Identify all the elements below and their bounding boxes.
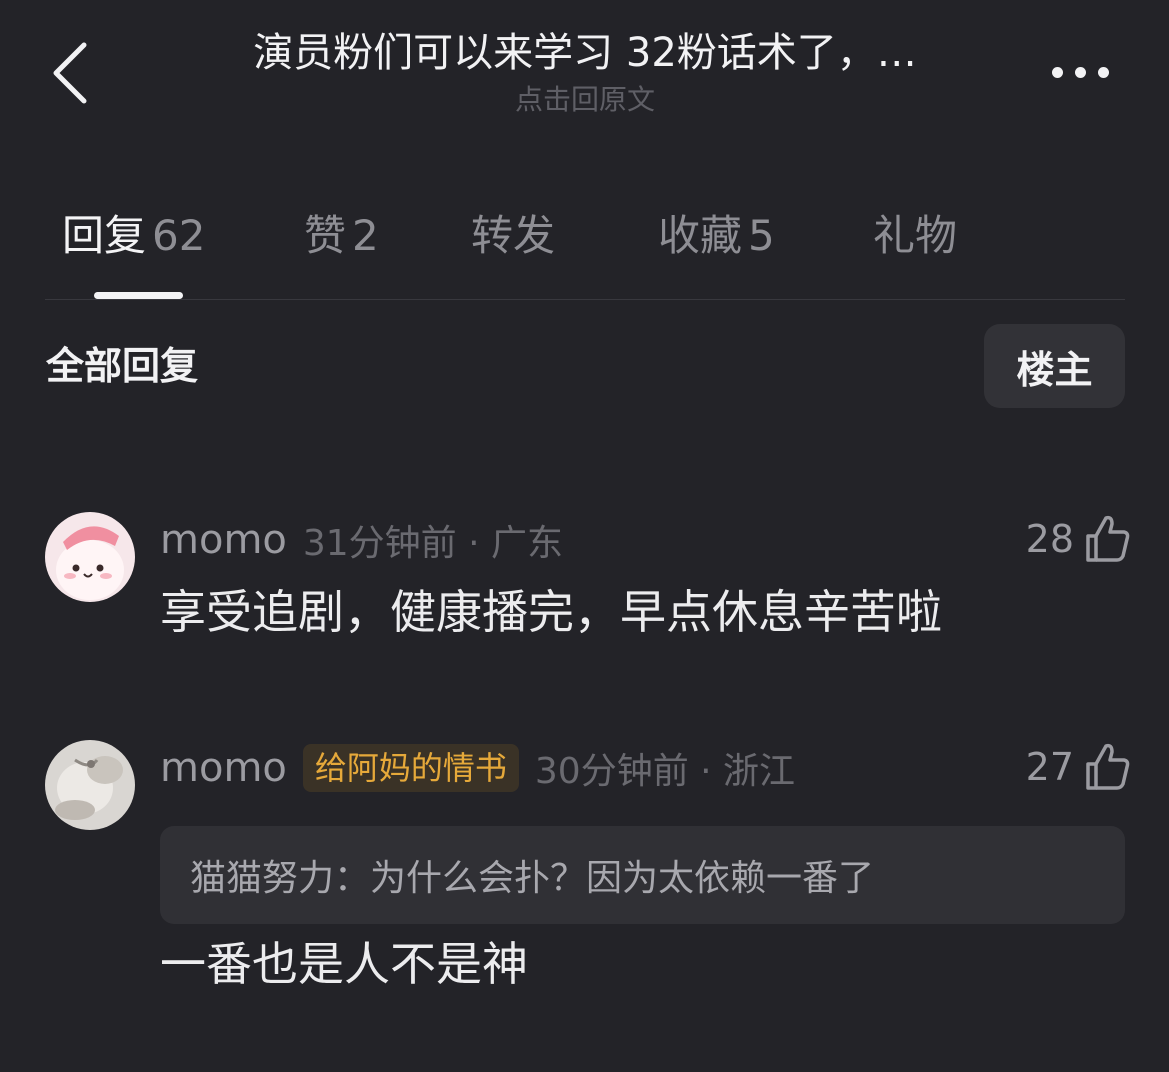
- active-tab-indicator: [94, 292, 183, 299]
- quoted-reply[interactable]: 猫猫努力：为什么会扑？因为太依赖一番了: [160, 826, 1125, 924]
- tab-label: 回复: [62, 211, 147, 260]
- username[interactable]: momo: [160, 745, 287, 791]
- more-dot: [1097, 66, 1109, 78]
- back-button[interactable]: [40, 38, 100, 108]
- replies-header: 全部回复 楼主: [0, 320, 1169, 410]
- tab-label: 转发: [471, 211, 556, 260]
- avatar-image: [45, 740, 135, 830]
- like-button[interactable]: 28: [1010, 506, 1130, 572]
- avatar-image: [45, 512, 135, 602]
- tab-favorites[interactable]: 收藏 5: [658, 208, 775, 264]
- thumbs-up-icon: [1086, 515, 1130, 562]
- title-area: 演员粉们可以来学习 32粉话术了，… 点击回原文: [190, 26, 980, 118]
- time-location: 30分钟前 · 浙江: [534, 751, 796, 792]
- tab-likes[interactable]: 赞2: [304, 208, 379, 264]
- tab-count: 62: [152, 211, 206, 260]
- tab-gifts[interactable]: 礼物: [873, 208, 957, 264]
- thumbs-up-icon: [1086, 743, 1130, 790]
- tab-count: 5: [748, 211, 775, 260]
- more-options-button[interactable]: [1040, 52, 1120, 92]
- comment-text: 一番也是人不是神: [160, 937, 528, 991]
- divider: [45, 299, 1125, 300]
- tab-label: 收藏: [658, 211, 743, 260]
- comment-text: 享受追剧，健康播完，早点休息辛苦啦: [160, 585, 942, 639]
- quoted-reply-text: 猫猫努力：为什么会扑？因为太依赖一番了: [190, 858, 875, 899]
- time-location: 31分钟前 · 广东: [302, 523, 564, 564]
- back-to-original-link[interactable]: 点击回原文: [190, 82, 980, 118]
- tab-reposts[interactable]: 转发: [471, 208, 555, 264]
- avatar[interactable]: [45, 740, 135, 830]
- comment-meta: momo 31分钟前 · 广东: [160, 512, 563, 568]
- tab-bar: 回复 62 赞2 转发 收藏 5 礼物: [0, 200, 1169, 300]
- chevron-left-icon: [53, 42, 87, 104]
- avatar[interactable]: [45, 512, 135, 602]
- tab-label: 礼物: [873, 211, 958, 260]
- page-title[interactable]: 演员粉们可以来学习 32粉话术了，…: [190, 26, 980, 80]
- top-bar: 演员粉们可以来学习 32粉话术了，… 点击回原文: [0, 0, 1169, 130]
- like-button[interactable]: 27: [1010, 734, 1130, 800]
- tab-replies[interactable]: 回复 62: [62, 208, 205, 264]
- tab-count: 2: [352, 211, 379, 260]
- section-title: 全部回复: [46, 344, 199, 388]
- comment-meta: momo 给阿妈的情书 30分钟前 · 浙江: [160, 740, 795, 796]
- like-count: 28: [1025, 517, 1074, 561]
- like-count: 27: [1025, 745, 1074, 789]
- username[interactable]: momo: [160, 517, 287, 563]
- more-dot: [1074, 66, 1086, 78]
- fan-badge[interactable]: 给阿妈的情书: [302, 744, 519, 792]
- more-horizontal-icon: [1051, 66, 1063, 78]
- tab-label: 赞: [304, 211, 347, 260]
- op-only-filter-button[interactable]: 楼主: [984, 324, 1125, 408]
